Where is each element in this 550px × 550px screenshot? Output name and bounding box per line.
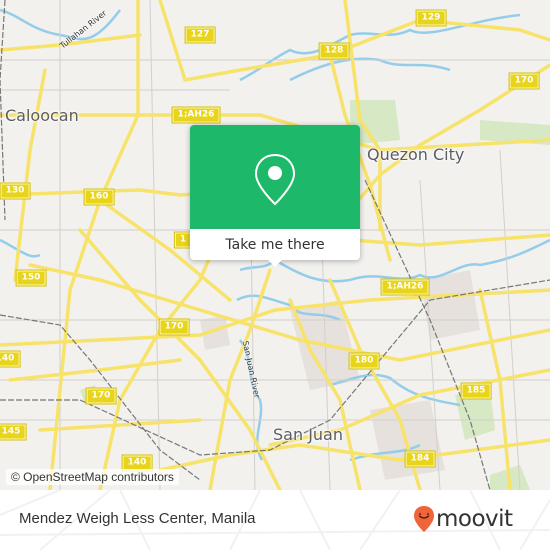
- place-label-san-juan: San Juan: [273, 425, 343, 444]
- route-shield: 145: [0, 423, 27, 441]
- route-shield: 1: [173, 231, 193, 249]
- map-attribution[interactable]: © OpenStreetMap contributors: [6, 469, 179, 485]
- route-shield: 1;AH26: [380, 278, 430, 296]
- route-shield: 170: [158, 318, 190, 336]
- brand-name: moovit: [436, 506, 513, 532]
- moovit-pin-icon: [414, 506, 434, 532]
- popup-header: [190, 125, 360, 229]
- route-shield: 185: [460, 382, 492, 400]
- route-shield: 180: [348, 352, 380, 370]
- place-label-caloocan: Caloocan: [5, 106, 79, 125]
- take-me-there-button[interactable]: Take me there: [190, 229, 360, 260]
- moovit-logo[interactable]: moovit: [413, 505, 513, 533]
- page-root: Caloocan Quezon City San Juan Tullahan R…: [0, 0, 550, 550]
- route-shield: 150: [15, 269, 47, 287]
- route-shield: 127: [184, 26, 216, 44]
- route-shield: 130: [0, 182, 31, 200]
- map-view[interactable]: Caloocan Quezon City San Juan Tullahan R…: [0, 0, 550, 490]
- route-shield: 184: [404, 450, 436, 468]
- popup-pointer: [266, 258, 284, 267]
- route-shield: 160: [83, 188, 115, 206]
- place-label-quezon-city: Quezon City: [367, 145, 465, 164]
- place-title: Mendez Weigh Less Center, Manila: [19, 510, 256, 527]
- route-shield: 128: [318, 42, 350, 60]
- route-shield: 140: [0, 350, 21, 368]
- route-shield: 170: [85, 387, 117, 405]
- route-shield: 1;AH26: [171, 106, 221, 124]
- location-popup: Take me there: [190, 125, 360, 267]
- route-shield: 129: [415, 9, 447, 27]
- route-shield: 170: [508, 72, 540, 90]
- footer-bar: Mendez Weigh Less Center, Manila moovit: [0, 490, 550, 550]
- map-pin-icon: [254, 153, 296, 206]
